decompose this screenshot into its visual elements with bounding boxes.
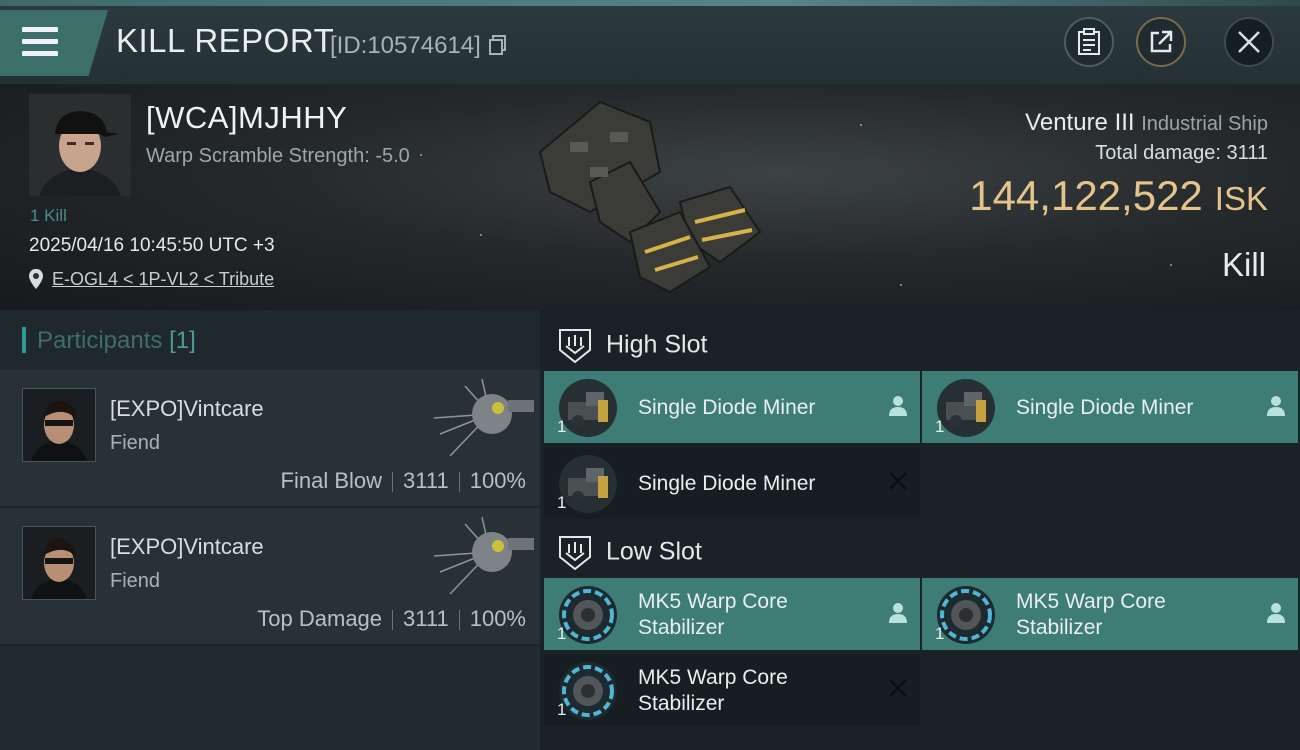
module-slot[interactable]: 1 Single Diode Miner [544, 371, 920, 443]
total-damage-value: 3111 [1226, 142, 1268, 164]
warp-scramble-strength: Warp Scramble Strength: -5.0 [146, 145, 410, 167]
pilot-icon [1267, 603, 1285, 623]
module-slot[interactable]: 1 Single Diode Miner [544, 447, 920, 519]
isk-amount: 144,122,522 [969, 172, 1203, 219]
low-slot-title: Low Slot [606, 537, 702, 566]
victim-ship-image[interactable] [530, 92, 770, 302]
close-button[interactable] [1224, 17, 1274, 67]
miner-module-icon [559, 379, 617, 437]
kill-timestamp: 2025/04/16 10:45:50 UTC +3 [29, 235, 275, 256]
module-name-line2: Stabilizer [638, 692, 725, 715]
participant-damage: 3111 [403, 468, 449, 493]
victim-portrait[interactable] [29, 94, 131, 196]
participants-count: [1] [169, 327, 196, 354]
module-name-line1: MK5 Warp Core [638, 666, 788, 689]
participant-card[interactable]: [EXPO]Vintcare Fiend Final Blow 3111 100% [0, 370, 540, 508]
participant-ship-image[interactable] [430, 374, 540, 474]
slot-shield-icon [559, 536, 591, 571]
participant-stats: Final Blow 3111 100% [281, 468, 526, 494]
high-slot-title: High Slot [606, 330, 708, 359]
participants-title-text: Participants [37, 327, 163, 354]
warp-core-stabilizer-icon [559, 586, 617, 644]
miner-module-icon [937, 379, 995, 437]
page-title: KILL REPORT [116, 22, 335, 59]
module-name-line2: Stabilizer [638, 616, 725, 639]
copy-icon[interactable] [489, 35, 507, 55]
module-name-line1: MK5 Warp Core [1016, 590, 1166, 613]
victim-ship-line: Venture III Industrial Ship [1025, 109, 1268, 137]
participant-name[interactable]: [EXPO]Vintcare [110, 534, 264, 560]
victim-ship-name[interactable]: Venture III [1025, 109, 1134, 136]
participant-ship-image[interactable] [430, 512, 540, 612]
participant-portrait[interactable] [22, 388, 96, 462]
location-pin-icon [29, 269, 43, 289]
module-quantity: 1 [557, 417, 567, 436]
result-label: Kill [1221, 246, 1266, 283]
module-slot[interactable]: 1 MK5 Warp Core Stabilizer [544, 578, 920, 650]
location-link[interactable]: E-OGL4 < 1P-VL2 < Tribute [52, 269, 274, 290]
participant-role: Final Blow [280, 468, 383, 493]
share-icon [1150, 30, 1173, 53]
participant-ship: Fiend [110, 432, 161, 454]
participant-avatar [23, 389, 95, 461]
participant-percent: 100% [469, 606, 526, 631]
module-name: MK5 Warp Core Stabilizer [638, 665, 788, 717]
total-damage: Total damage: 3111 [1095, 142, 1268, 165]
destroyed-x-icon [889, 679, 907, 697]
module-name: Single Diode Miner [638, 396, 816, 419]
pilot-icon [1267, 396, 1285, 416]
module-slot[interactable]: 1 MK5 Warp Core Stabilizer [922, 578, 1298, 650]
participant-card[interactable]: [EXPO]Vintcare Fiend Top Damage 3111 100% [0, 508, 540, 646]
miner-module-icon [559, 455, 617, 513]
kills-count: 1 Kill [30, 206, 67, 225]
participant-role: Top Damage [257, 606, 383, 631]
pilot-icon [889, 396, 907, 416]
participant-portrait[interactable] [22, 526, 96, 600]
victim-ship-class: Industrial Ship [1141, 113, 1268, 135]
clipboard-icon [1078, 28, 1100, 55]
isk-value: 144,122,522 ISK [969, 172, 1268, 220]
participants-accent-bar [22, 327, 26, 353]
clipboard-button[interactable] [1064, 17, 1114, 67]
module-name: MK5 Warp Core Stabilizer [1016, 589, 1166, 641]
module-quantity: 1 [557, 624, 567, 643]
fitting-panel: High Slot 1 Single Diode Miner 1 Single … [540, 310, 1300, 750]
isk-unit: ISK [1214, 180, 1268, 217]
module-name-line1: MK5 Warp Core [638, 590, 788, 613]
slot-shield-icon [559, 329, 591, 364]
participant-stats: Top Damage 3111 100% [257, 606, 526, 632]
module-quantity: 1 [557, 700, 567, 719]
participants-title[interactable]: Participants [1] [37, 327, 196, 355]
participant-ship: Fiend [110, 570, 161, 592]
top-accent-line [0, 0, 1300, 6]
report-id-text: [ID:10574614] [330, 32, 481, 59]
participant-damage: 3111 [403, 606, 449, 631]
victim-avatar [29, 94, 131, 196]
warp-core-stabilizer-icon [559, 662, 617, 720]
report-id[interactable]: [ID:10574614] [330, 32, 507, 60]
module-name-line2: Stabilizer [1016, 616, 1103, 639]
destroyed-x-icon [889, 472, 907, 490]
low-slot-header: Low Slot [558, 535, 702, 571]
high-slot-header: High Slot [558, 328, 707, 364]
module-quantity: 1 [557, 493, 567, 512]
total-damage-label: Total damage: [1095, 142, 1221, 164]
module-slot[interactable]: 1 Single Diode Miner [922, 371, 1298, 443]
module-slot[interactable]: 1 MK5 Warp Core Stabilizer [544, 654, 920, 726]
module-quantity: 1 [935, 417, 945, 436]
participant-percent: 100% [469, 468, 526, 493]
victim-name[interactable]: [WCA]MJHHY [146, 100, 347, 136]
warp-core-stabilizer-icon [937, 586, 995, 644]
module-name: Single Diode Miner [1016, 396, 1194, 419]
close-icon [1238, 31, 1260, 53]
participant-name[interactable]: [EXPO]Vintcare [110, 396, 264, 422]
module-name: Single Diode Miner [638, 472, 816, 495]
module-name: MK5 Warp Core Stabilizer [638, 589, 788, 641]
participant-avatar [23, 527, 95, 599]
pilot-icon [889, 603, 907, 623]
share-button[interactable] [1136, 17, 1186, 67]
module-quantity: 1 [935, 624, 945, 643]
